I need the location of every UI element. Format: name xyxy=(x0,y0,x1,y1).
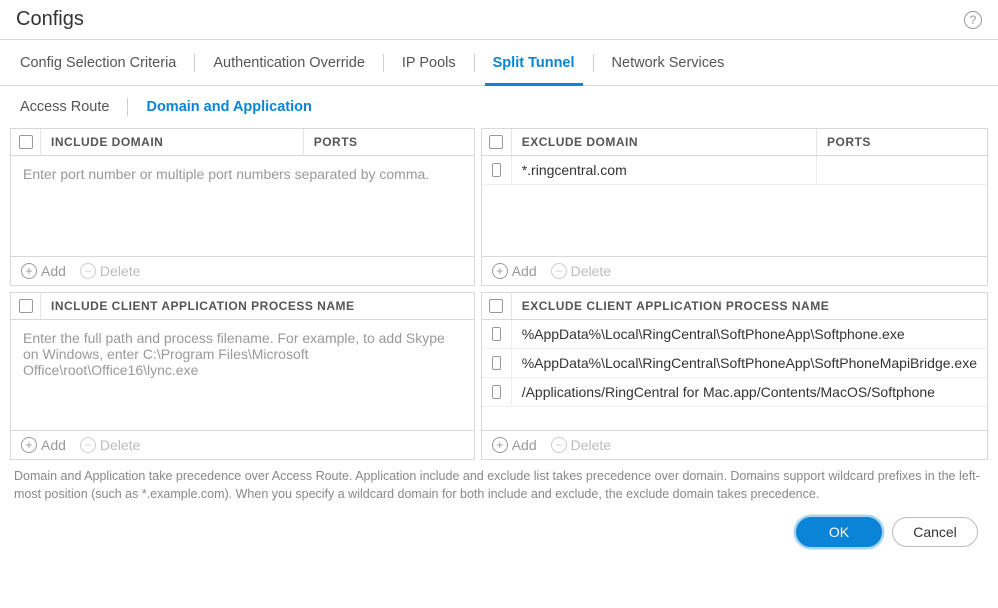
exclude-app-footer: + Add − Delete xyxy=(482,430,987,459)
tab-ip-pools[interactable]: IP Pools xyxy=(398,40,460,85)
add-label: Add xyxy=(512,437,537,453)
tab-separator xyxy=(194,54,195,72)
delete-label: Delete xyxy=(100,263,140,279)
help-icon[interactable]: ? xyxy=(964,11,982,29)
include-domain-add-button[interactable]: + Add xyxy=(21,263,66,279)
tab-network-services[interactable]: Network Services xyxy=(608,40,729,85)
include-domain-empty-text: Enter port number or multiple port numbe… xyxy=(11,156,474,256)
ok-button[interactable]: OK xyxy=(796,517,882,547)
page-title: Configs xyxy=(16,8,84,31)
include-domain-header: Include Domain Ports xyxy=(11,129,474,156)
delete-label: Delete xyxy=(571,263,611,279)
exclude-domain-select-all-checkbox[interactable] xyxy=(489,135,503,149)
include-app-footer: + Add − Delete xyxy=(11,430,474,459)
exclude-domain-panel: Exclude Domain Ports *.ringcentral.com +… xyxy=(481,128,988,286)
exclude-domain-add-button[interactable]: + Add xyxy=(492,263,537,279)
main-tabs: Config Selection Criteria Authentication… xyxy=(0,40,998,86)
page-header: Configs ? xyxy=(0,0,998,40)
tab-authentication-override[interactable]: Authentication Override xyxy=(209,40,369,85)
exclude-domain-col-domain[interactable]: Exclude Domain xyxy=(512,129,817,155)
exclude-domain-footer: + Add − Delete xyxy=(482,256,987,285)
include-app-col[interactable]: Include Client Application Process Name xyxy=(41,293,474,319)
include-domain-select-all-checkbox[interactable] xyxy=(19,135,33,149)
plus-icon: + xyxy=(492,263,508,279)
include-domain-footer: + Add − Delete xyxy=(11,256,474,285)
exclude-app-select-all-checkbox[interactable] xyxy=(489,299,503,313)
include-domain-delete-button[interactable]: − Delete xyxy=(80,263,140,279)
delete-label: Delete xyxy=(100,437,140,453)
row-checkbox[interactable] xyxy=(492,163,501,177)
include-domain-col-ports[interactable]: Ports xyxy=(304,129,474,155)
tab-separator xyxy=(474,54,475,72)
include-app-panel: Include Client Application Process Name … xyxy=(10,292,475,460)
row-checkbox[interactable] xyxy=(492,356,501,370)
exclude-app-value[interactable]: /Applications/RingCentral for Mac.app/Co… xyxy=(512,378,987,406)
minus-icon: − xyxy=(551,263,567,279)
exclude-app-header: Exclude Client Application Process Name xyxy=(482,293,987,320)
add-label: Add xyxy=(41,437,66,453)
panels-grid: Include Domain Ports Enter port number o… xyxy=(0,128,998,460)
exclude-domain-ports-value[interactable] xyxy=(817,156,987,184)
tab-config-selection-criteria[interactable]: Config Selection Criteria xyxy=(16,40,180,85)
precedence-note: Domain and Application take precedence o… xyxy=(0,460,998,503)
include-app-select-all-checkbox[interactable] xyxy=(19,299,33,313)
exclude-app-value[interactable]: %AppData%\Local\RingCentral\SoftPhoneApp… xyxy=(512,349,987,377)
exclude-app-body: %AppData%\Local\RingCentral\SoftPhoneApp… xyxy=(482,320,987,430)
dialog-actions: OK Cancel xyxy=(0,503,998,547)
exclude-domain-header: Exclude Domain Ports xyxy=(482,129,987,156)
exclude-domain-delete-button[interactable]: − Delete xyxy=(551,263,611,279)
table-row[interactable]: %AppData%\Local\RingCentral\SoftPhoneApp… xyxy=(482,349,987,378)
exclude-app-col[interactable]: Exclude Client Application Process Name xyxy=(512,293,987,319)
plus-icon: + xyxy=(21,263,37,279)
plus-icon: + xyxy=(492,437,508,453)
plus-icon: + xyxy=(21,437,37,453)
include-app-delete-button[interactable]: − Delete xyxy=(80,437,140,453)
include-app-header: Include Client Application Process Name xyxy=(11,293,474,320)
exclude-domain-col-ports[interactable]: Ports xyxy=(817,129,987,155)
exclude-app-add-button[interactable]: + Add xyxy=(492,437,537,453)
sub-tabs: Access Route Domain and Application xyxy=(0,86,998,128)
exclude-domain-body: *.ringcentral.com xyxy=(482,156,987,256)
include-app-empty-text: Enter the full path and process filename… xyxy=(11,320,474,430)
tab-split-tunnel[interactable]: Split Tunnel xyxy=(489,40,579,85)
table-row[interactable]: *.ringcentral.com xyxy=(482,156,987,185)
exclude-app-value[interactable]: %AppData%\Local\RingCentral\SoftPhoneApp… xyxy=(512,320,987,348)
include-domain-col-domain[interactable]: Include Domain xyxy=(41,129,304,155)
tab-separator xyxy=(127,98,128,116)
delete-label: Delete xyxy=(571,437,611,453)
tab-separator xyxy=(593,54,594,72)
subtab-domain-and-application[interactable]: Domain and Application xyxy=(142,86,315,128)
exclude-app-delete-button[interactable]: − Delete xyxy=(551,437,611,453)
row-checkbox[interactable] xyxy=(492,327,501,341)
cancel-button[interactable]: Cancel xyxy=(892,517,978,547)
minus-icon: − xyxy=(551,437,567,453)
exclude-domain-value[interactable]: *.ringcentral.com xyxy=(512,156,817,184)
add-label: Add xyxy=(512,263,537,279)
minus-icon: − xyxy=(80,437,96,453)
row-checkbox[interactable] xyxy=(492,385,501,399)
table-row[interactable]: %AppData%\Local\RingCentral\SoftPhoneApp… xyxy=(482,320,987,349)
add-label: Add xyxy=(41,263,66,279)
minus-icon: − xyxy=(80,263,96,279)
include-app-add-button[interactable]: + Add xyxy=(21,437,66,453)
subtab-access-route[interactable]: Access Route xyxy=(16,86,113,128)
exclude-app-panel: Exclude Client Application Process Name … xyxy=(481,292,988,460)
include-domain-panel: Include Domain Ports Enter port number o… xyxy=(10,128,475,286)
table-row[interactable]: /Applications/RingCentral for Mac.app/Co… xyxy=(482,378,987,407)
tab-separator xyxy=(383,54,384,72)
